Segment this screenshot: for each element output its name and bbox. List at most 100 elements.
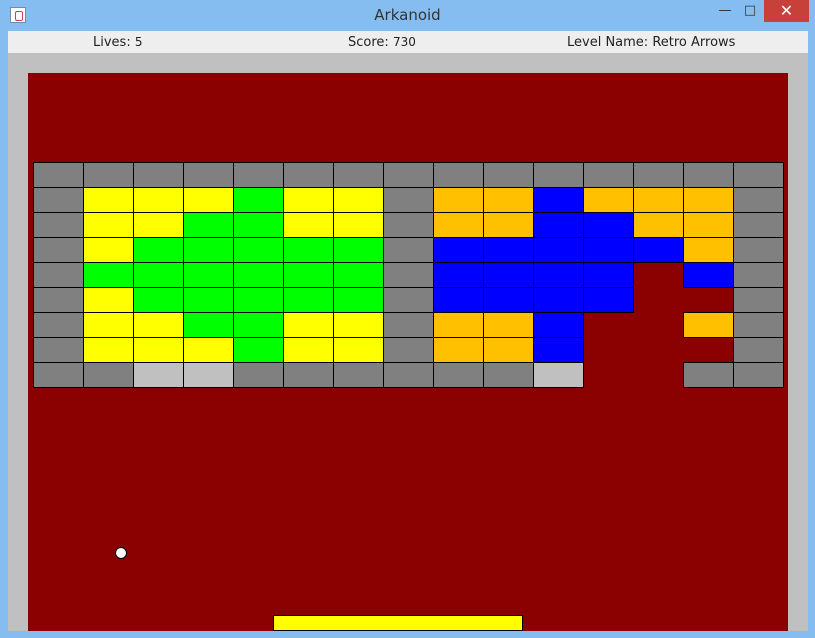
- brick: [333, 212, 384, 238]
- brick: [183, 187, 234, 213]
- brick: [283, 337, 334, 363]
- brick: [333, 262, 384, 288]
- brick: [433, 312, 484, 338]
- brick: [433, 287, 484, 313]
- brick: [483, 362, 534, 388]
- brick: [583, 262, 634, 288]
- brick: [383, 187, 434, 213]
- brick: [183, 287, 234, 313]
- brick: [583, 187, 634, 213]
- brick: [183, 262, 234, 288]
- brick: [683, 212, 734, 238]
- brick: [383, 162, 434, 188]
- brick: [233, 312, 284, 338]
- brick: [483, 287, 534, 313]
- status-bar: Lives: 5 Score: 730 Level Name: Retro Ar…: [8, 31, 808, 53]
- brick: [483, 237, 534, 263]
- brick: [283, 162, 334, 188]
- brick: [483, 262, 534, 288]
- brick: [683, 262, 734, 288]
- brick: [433, 212, 484, 238]
- brick: [33, 337, 84, 363]
- minimize-button[interactable]: —: [712, 0, 738, 22]
- brick: [283, 212, 334, 238]
- brick: [333, 187, 384, 213]
- brick: [83, 212, 134, 238]
- brick: [83, 287, 134, 313]
- brick: [283, 237, 334, 263]
- brick: [483, 212, 534, 238]
- brick: [383, 262, 434, 288]
- level-label: Level Name:: [567, 35, 649, 50]
- brick: [33, 212, 84, 238]
- brick: [333, 312, 384, 338]
- brick: [533, 262, 584, 288]
- brick: [33, 162, 84, 188]
- paddle[interactable]: [273, 615, 523, 631]
- brick: [183, 312, 234, 338]
- brick: [733, 337, 784, 363]
- brick: [33, 312, 84, 338]
- level-indicator: Level Name: Retro Arrows: [567, 35, 735, 50]
- brick: [633, 162, 684, 188]
- maximize-button[interactable]: □: [737, 0, 763, 22]
- brick: [83, 162, 134, 188]
- title-bar[interactable]: Arkanoid — □ ✕: [0, 0, 815, 30]
- score-value: 730: [392, 35, 416, 49]
- brick: [483, 162, 534, 188]
- brick: [583, 162, 634, 188]
- brick: [233, 187, 284, 213]
- brick: [533, 212, 584, 238]
- brick: [133, 312, 184, 338]
- brick: [133, 187, 184, 213]
- brick: [83, 312, 134, 338]
- brick: [283, 187, 334, 213]
- brick: [583, 287, 634, 313]
- brick: [383, 287, 434, 313]
- app-window: Arkanoid — □ ✕ Lives: 5 Score: 730 Level…: [0, 0, 815, 638]
- brick: [283, 312, 334, 338]
- brick: [383, 212, 434, 238]
- brick: [233, 337, 284, 363]
- brick: [683, 237, 734, 263]
- brick: [683, 162, 734, 188]
- lives-indicator: Lives: 5: [93, 35, 142, 50]
- brick: [283, 262, 334, 288]
- brick: [733, 262, 784, 288]
- brick: [283, 362, 334, 388]
- brick: [233, 212, 284, 238]
- brick: [483, 337, 534, 363]
- score-indicator: Score: 730: [348, 35, 416, 50]
- brick: [633, 212, 684, 238]
- brick: [533, 162, 584, 188]
- brick: [533, 287, 584, 313]
- brick: [333, 362, 384, 388]
- brick: [383, 237, 434, 263]
- brick: [33, 262, 84, 288]
- close-button[interactable]: ✕: [764, 0, 809, 22]
- brick: [583, 237, 634, 263]
- brick: [533, 237, 584, 263]
- brick: [133, 237, 184, 263]
- brick: [33, 187, 84, 213]
- brick: [183, 237, 234, 263]
- brick: [183, 212, 234, 238]
- brick: [133, 262, 184, 288]
- brick: [83, 337, 134, 363]
- brick: [383, 312, 434, 338]
- brick: [133, 212, 184, 238]
- brick: [733, 162, 784, 188]
- brick: [383, 337, 434, 363]
- play-field[interactable]: [28, 73, 788, 631]
- brick: [733, 312, 784, 338]
- game-panel: Lives: 5 Score: 730 Level Name: Retro Ar…: [8, 31, 808, 631]
- brick: [733, 287, 784, 313]
- brick: [133, 362, 184, 388]
- brick: [483, 312, 534, 338]
- brick: [733, 237, 784, 263]
- brick: [683, 312, 734, 338]
- brick: [733, 362, 784, 388]
- brick: [183, 162, 234, 188]
- brick: [333, 337, 384, 363]
- brick: [583, 212, 634, 238]
